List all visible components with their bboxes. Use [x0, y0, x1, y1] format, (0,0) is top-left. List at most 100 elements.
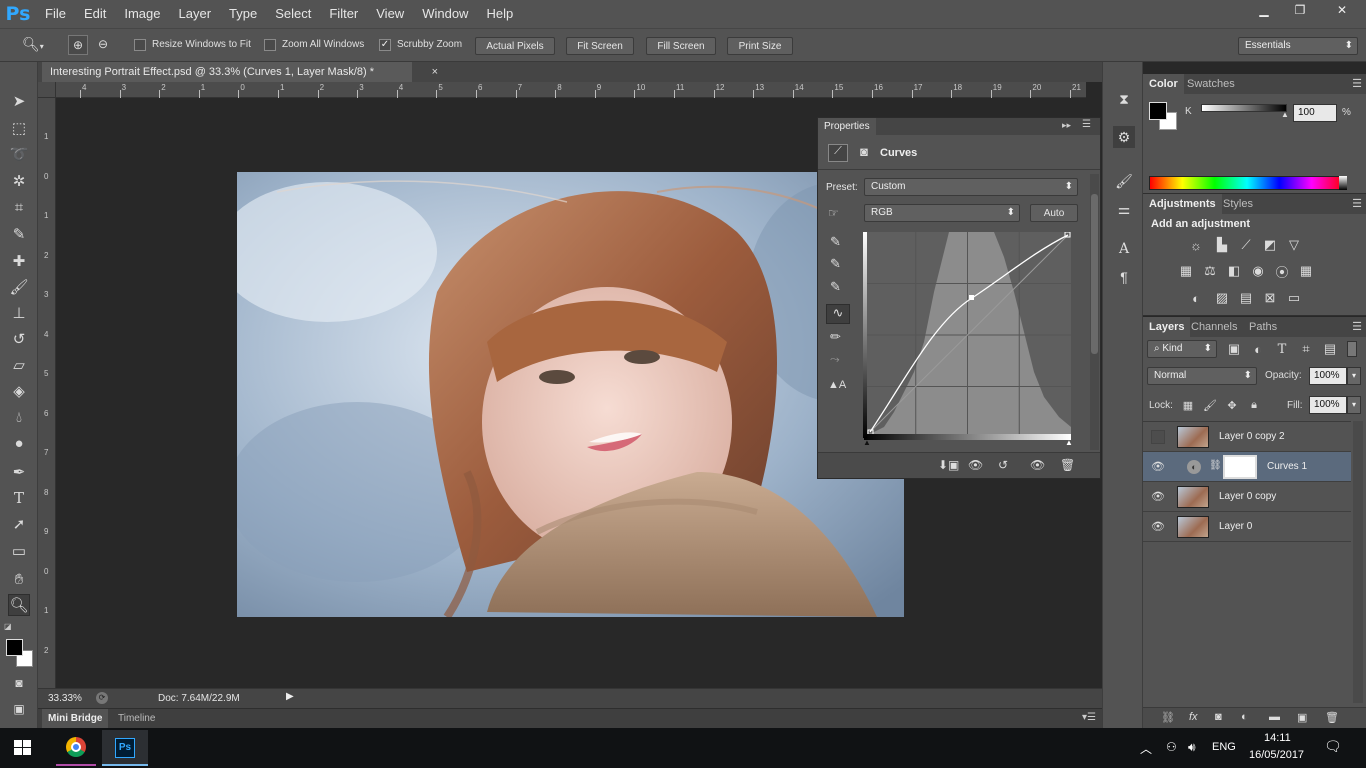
lock-image-icon[interactable]: 🖌︎: [1201, 397, 1219, 413]
menu-filter[interactable]: Filter: [320, 0, 367, 28]
new-adjustment-layer-icon[interactable]: ◐: [1241, 711, 1248, 723]
layer-row[interactable]: 👁︎ Layer 0 copy: [1143, 482, 1351, 512]
workspace-select[interactable]: Essentials ⬍: [1238, 37, 1358, 55]
photo-filter-icon[interactable]: ◉: [1249, 263, 1267, 279]
curves-icon[interactable]: ⟋: [1237, 237, 1255, 253]
path-selection-tool-icon[interactable]: ➚: [8, 513, 30, 535]
properties-scrollbar[interactable]: [1090, 174, 1099, 450]
move-tool-icon[interactable]: ➤: [8, 90, 30, 112]
color-lookup-icon[interactable]: ▦: [1297, 263, 1315, 279]
black-white-icon[interactable]: ◧: [1225, 263, 1243, 279]
levels-icon[interactable]: ▙: [1213, 237, 1231, 253]
layer-filter-select[interactable]: ⌕ Kind ⬍: [1147, 340, 1217, 358]
properties-panel-icon[interactable]: ⚙: [1113, 126, 1135, 148]
portrait-photo[interactable]: [237, 172, 904, 617]
lock-position-icon[interactable]: ✥: [1223, 397, 1241, 413]
lasso-tool-icon[interactable]: ➰: [8, 143, 30, 165]
foreground-color-swatch[interactable]: [6, 639, 23, 656]
screen-mode-icon[interactable]: ▣: [8, 698, 30, 720]
document-tab[interactable]: Interesting Portrait Effect.psd @ 33.3% …: [42, 62, 438, 82]
photoshop-taskbar-icon[interactable]: Ps: [102, 730, 148, 766]
magic-wand-tool-icon[interactable]: ✲: [8, 170, 30, 192]
menu-edit[interactable]: Edit: [75, 0, 115, 28]
tab-adjustments[interactable]: Adjustments: [1143, 194, 1222, 214]
gradient-map-icon[interactable]: ▭: [1285, 290, 1303, 306]
chrome-taskbar-icon[interactable]: [56, 730, 96, 766]
channel-select[interactable]: RGB ⬍: [864, 204, 1020, 222]
blur-tool-icon[interactable]: 💧︎: [8, 406, 30, 428]
menu-image[interactable]: Image: [115, 0, 169, 28]
quick-mask-icon[interactable]: ◙: [8, 672, 30, 694]
character-panel-icon[interactable]: A: [1113, 238, 1135, 260]
fit-screen-button[interactable]: Fit Screen: [566, 37, 634, 55]
paragraph-panel-icon[interactable]: ¶: [1113, 266, 1135, 288]
tab-color[interactable]: Color: [1143, 74, 1184, 94]
properties-menu-icon[interactable]: ☰: [1082, 119, 1091, 130]
eyedropper-tool-icon[interactable]: ✎: [8, 223, 30, 245]
brush-panel-icon[interactable]: 🖌︎: [1113, 170, 1135, 192]
scrubby-zoom-checkbox[interactable]: ✓: [379, 39, 391, 51]
brush-tool-icon[interactable]: 🖌︎: [8, 276, 30, 298]
channel-mixer-icon[interactable]: ⦿: [1273, 263, 1291, 280]
layers-menu-icon[interactable]: ☰: [1352, 320, 1362, 333]
eye-icon[interactable]: 👁︎: [1151, 490, 1165, 504]
k-value-input[interactable]: 100: [1293, 104, 1337, 122]
language-indicator[interactable]: ENG: [1212, 741, 1236, 753]
menu-type[interactable]: Type: [220, 0, 266, 28]
clock-date[interactable]: 16/05/2017: [1249, 749, 1304, 761]
eye-icon[interactable]: 👁︎: [1151, 520, 1165, 534]
menu-layer[interactable]: Layer: [170, 0, 221, 28]
exposure-icon[interactable]: ◩: [1261, 237, 1279, 253]
tab-swatches[interactable]: Swatches: [1181, 74, 1241, 94]
tab-channels[interactable]: Channels: [1185, 317, 1243, 337]
draw-curve-icon[interactable]: ✏: [830, 329, 841, 345]
color-balance-icon[interactable]: ⚖: [1201, 263, 1219, 279]
minimize-button[interactable]: ▁: [1246, 0, 1282, 20]
default-colors-icon[interactable]: ◪: [4, 622, 14, 632]
menu-file[interactable]: File: [36, 0, 75, 28]
tab-mini-bridge[interactable]: Mini Bridge: [42, 709, 109, 729]
eye-icon[interactable]: 👁︎: [1151, 460, 1165, 474]
history-panel-icon[interactable]: ⧗: [1113, 88, 1135, 110]
reset-adjustment-icon[interactable]: ↺: [998, 458, 1008, 472]
white-point-slider-icon[interactable]: ▲: [1065, 438, 1073, 447]
visibility-toggle-empty[interactable]: [1151, 430, 1165, 444]
k-slider-thumb-icon[interactable]: ▲: [1281, 110, 1289, 119]
lock-all-icon[interactable]: 🔒︎: [1245, 397, 1263, 413]
color-fg-swatch[interactable]: [1149, 102, 1167, 120]
type-tool-icon[interactable]: T: [8, 487, 30, 509]
layer-row-selected[interactable]: 👁︎ ◐ ⛓︎ Curves 1: [1143, 452, 1351, 482]
delete-adjustment-icon[interactable]: 🗑︎: [1060, 458, 1075, 472]
restore-button[interactable]: ❐: [1282, 0, 1318, 20]
add-mask-icon[interactable]: ◙: [1215, 711, 1222, 723]
fill-dropdown-icon[interactable]: ▾: [1347, 396, 1361, 414]
tab-paths[interactable]: Paths: [1243, 317, 1283, 337]
collapse-panel-icon[interactable]: ▸▸: [1062, 120, 1071, 131]
healing-brush-tool-icon[interactable]: ✚: [8, 250, 30, 272]
menu-window[interactable]: Window: [413, 0, 477, 28]
zoom-tool-icon[interactable]: 🔍︎: [8, 594, 30, 616]
windows-start-icon[interactable]: [14, 740, 32, 756]
curves-adjustment-icon[interactable]: ⟋: [828, 144, 848, 162]
eraser-tool-icon[interactable]: ▱: [8, 354, 30, 376]
brush-presets-icon[interactable]: ⚌: [1113, 198, 1135, 220]
curves-graph[interactable]: [864, 231, 1071, 438]
layer-style-icon[interactable]: fx: [1189, 711, 1198, 723]
black-point-slider-icon[interactable]: ▲: [863, 438, 871, 447]
history-brush-tool-icon[interactable]: ↺: [8, 328, 30, 350]
zoom-in-icon[interactable]: ⊕: [68, 35, 88, 55]
print-size-button[interactable]: Print Size: [727, 37, 793, 55]
layer-mask-icon[interactable]: ◙: [854, 144, 874, 162]
tab-layers[interactable]: Layers: [1143, 317, 1191, 337]
people-icon[interactable]: ⚇: [1166, 740, 1177, 754]
hue-saturation-icon[interactable]: ▦: [1177, 263, 1195, 279]
fill-input[interactable]: 100%: [1309, 396, 1347, 414]
dodge-tool-icon[interactable]: ●: [8, 432, 30, 454]
vibrance-icon[interactable]: ▽: [1285, 237, 1303, 253]
menu-view[interactable]: View: [367, 0, 413, 28]
new-layer-icon[interactable]: ▣: [1297, 711, 1307, 724]
clipping-warning-icon[interactable]: ▲A: [828, 379, 846, 391]
smooth-curve-icon[interactable]: ⤳: [830, 352, 840, 367]
actual-pixels-button[interactable]: Actual Pixels: [475, 37, 555, 55]
filter-pixel-icon[interactable]: ▣: [1225, 341, 1243, 357]
